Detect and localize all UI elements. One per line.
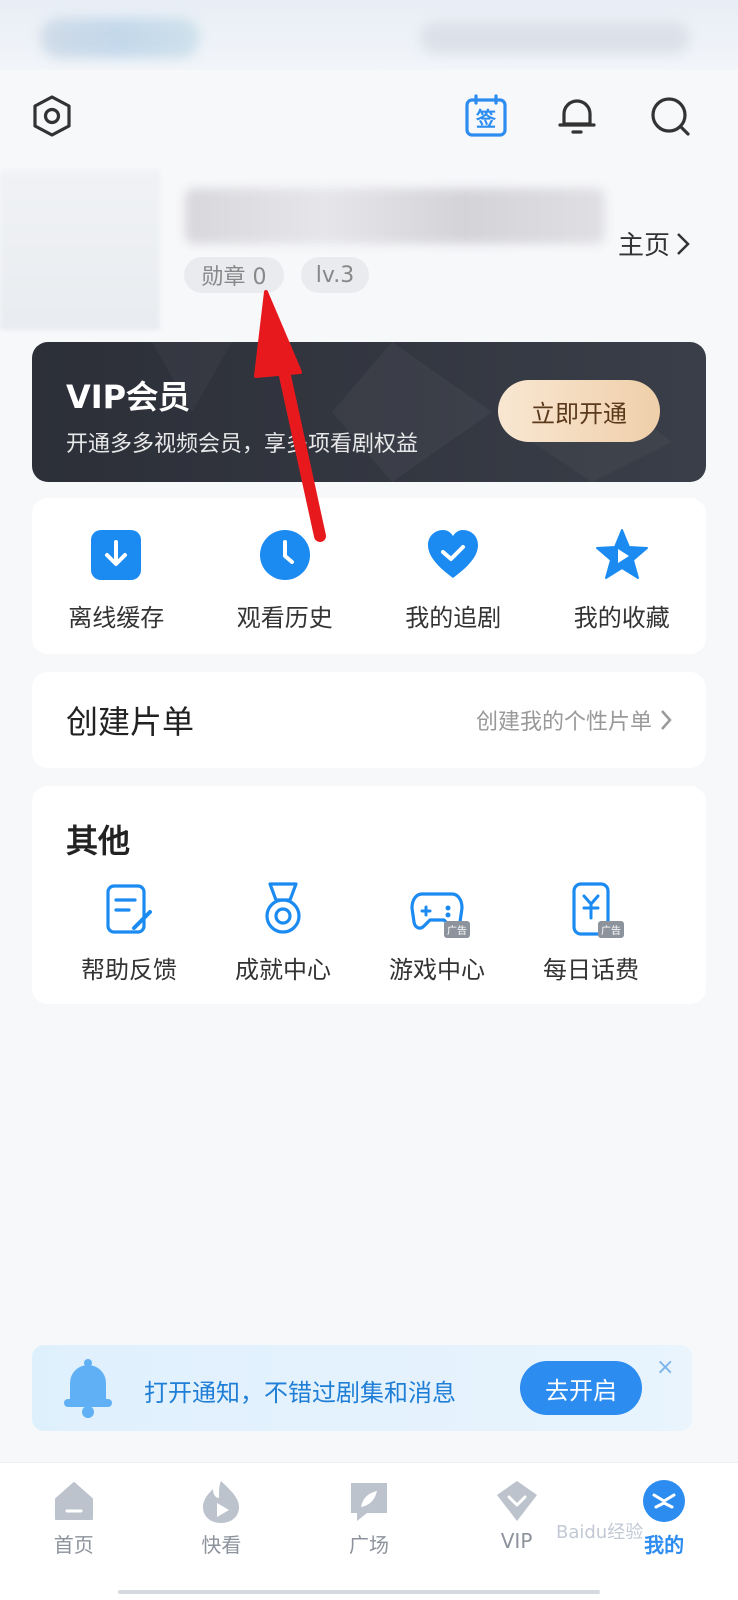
create-playlist-row[interactable]: 创建片单 创建我的个性片单: [32, 672, 706, 768]
enable-notification-button[interactable]: 去开启: [520, 1361, 642, 1415]
level-chip[interactable]: lv.3: [301, 257, 369, 293]
achievement-center-item[interactable]: 成就中心: [206, 882, 360, 985]
heart-icon: [428, 530, 479, 578]
ad-tag: 广告: [598, 921, 624, 938]
sign-in-icon[interactable]: 签: [462, 92, 510, 140]
status-bar-left-blur: [40, 18, 200, 58]
tab-quick-watch-label: 快看: [201, 1533, 242, 1557]
watermark: Baidu经验: [556, 1522, 644, 1543]
help-feedback-item[interactable]: 帮助反馈: [52, 882, 206, 985]
avatar[interactable]: [0, 170, 160, 330]
tab-square-label: 广场: [348, 1533, 389, 1557]
homepage-link[interactable]: 主页: [618, 225, 690, 262]
notification-text: 打开通知，不错过剧集和消息: [144, 1379, 456, 1407]
vip-card[interactable]: VIP会员 开通多多视频会员，享多项看剧权益 立即开通: [32, 342, 706, 482]
tab-square[interactable]: 广场: [295, 1463, 443, 1600]
vip-subtitle: 开通多多视频会员，享多项看剧权益: [66, 432, 419, 457]
game-center-label: 游戏中心: [389, 956, 485, 984]
chevron-right-icon: [677, 232, 690, 255]
offline-cache-label: 离线缓存: [68, 604, 165, 632]
star-play-icon: [595, 529, 648, 579]
others-row: 帮助反馈 成就中心 广告 游戏中心 广告 每日话费: [32, 882, 706, 985]
username-blurred: [185, 188, 605, 244]
chevron-right-icon: [661, 710, 672, 730]
search-icon[interactable]: [646, 92, 694, 140]
clock-icon: [259, 530, 310, 580]
vip-title: VIP会员: [66, 378, 191, 416]
vip-open-button[interactable]: 立即开通: [498, 380, 660, 442]
my-follows-label: 我的追剧: [405, 604, 502, 632]
game-center-item[interactable]: 广告 游戏中心: [360, 882, 514, 985]
quick-actions-card: 离线缓存 观看历史 我的追剧 我的收藏: [32, 498, 706, 654]
my-favorites-label: 我的收藏: [573, 604, 670, 632]
achievement-center-label: 成就中心: [235, 956, 331, 984]
sign-in-label: 签: [475, 107, 497, 131]
create-playlist-title: 创建片单: [66, 703, 195, 741]
others-card: 其他 帮助反馈 成就中心 广告 游戏中心 广告 每日话费: [32, 786, 706, 1004]
tab-quick-watch[interactable]: 快看: [148, 1463, 296, 1600]
close-icon[interactable]: ×: [656, 1355, 674, 1380]
flame-play-icon: [203, 1481, 240, 1523]
create-playlist-link-label: 创建我的个性片单: [475, 710, 652, 735]
daily-phone-credit-item[interactable]: 广告 每日话费: [514, 882, 668, 985]
tab-home[interactable]: 首页: [0, 1463, 148, 1600]
leaf-icon: [350, 1483, 387, 1521]
download-icon: [91, 530, 142, 580]
status-bar-right-blur: [420, 22, 690, 54]
notification-banner: 打开通知，不错过剧集和消息 去开启 ×: [32, 1345, 692, 1431]
bell-icon: [64, 1359, 112, 1418]
tab-mine-label: 我的: [644, 1533, 685, 1557]
ad-tag: 广告: [444, 921, 470, 938]
settings-icon[interactable]: [28, 92, 76, 140]
medal-icon: [265, 882, 301, 934]
tab-vip-label: VIP: [500, 1529, 533, 1553]
homepage-link-label: 主页: [617, 231, 670, 261]
bell-icon[interactable]: [553, 92, 601, 140]
watch-history-item[interactable]: 观看历史: [210, 528, 360, 654]
offline-cache-item[interactable]: 离线缓存: [41, 528, 191, 654]
tab-home-label: 首页: [53, 1533, 94, 1557]
create-playlist-link[interactable]: 创建我的个性片单: [476, 704, 672, 736]
badge-chip[interactable]: 勋章 0: [184, 257, 284, 293]
help-feedback-label: 帮助反馈: [81, 956, 177, 984]
feedback-icon: [106, 884, 152, 934]
others-title: 其他: [66, 822, 131, 860]
my-follows-item[interactable]: 我的追剧: [378, 528, 528, 654]
daily-phone-credit-label: 每日话费: [543, 956, 639, 984]
vip-diamond-icon: [496, 1481, 537, 1521]
watch-history-label: 观看历史: [236, 604, 333, 632]
profile-icon: [643, 1480, 686, 1522]
home-icon: [54, 1482, 93, 1520]
home-indicator: [118, 1590, 600, 1594]
my-favorites-item[interactable]: 我的收藏: [547, 528, 697, 654]
